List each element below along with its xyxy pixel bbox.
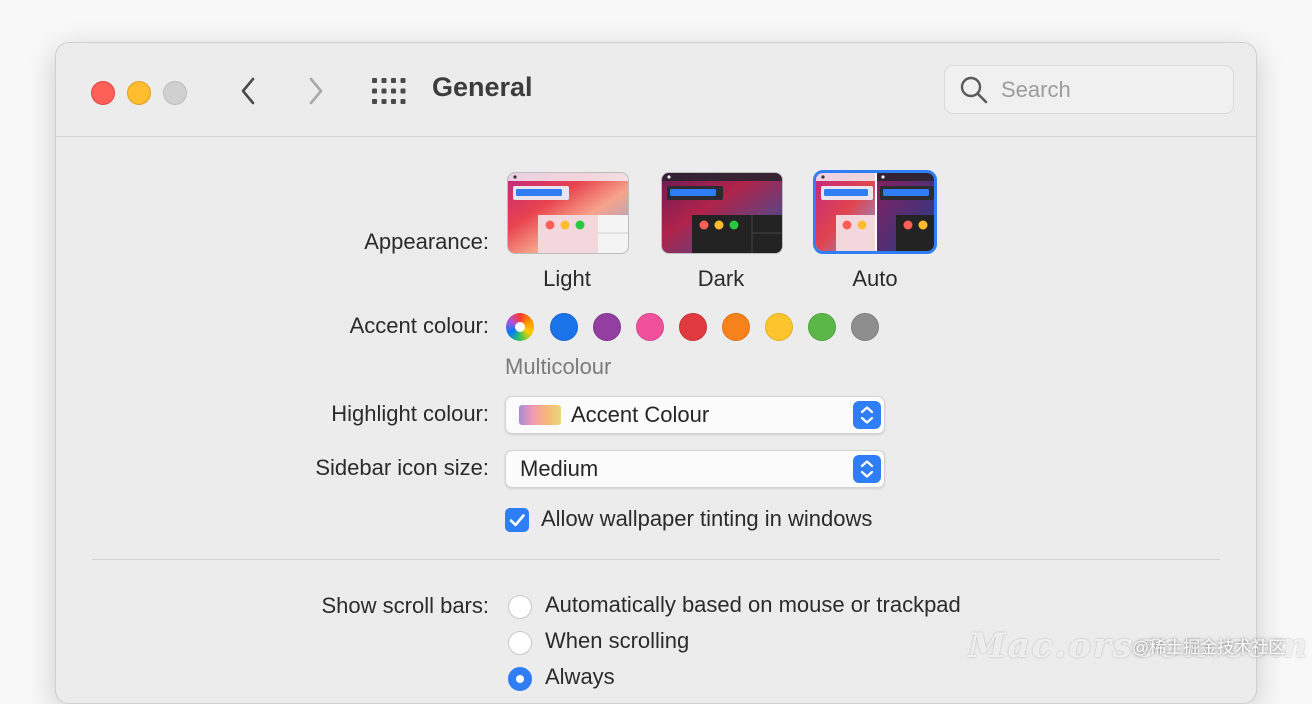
chevron-updown-icon (860, 406, 874, 424)
general-pane: Appearance: Light Dark Auto Accent colou… (56, 137, 1256, 703)
auto-appearance-preview (816, 173, 934, 251)
accent-yellow-swatch[interactable] (765, 313, 793, 341)
dark-appearance-preview (662, 173, 782, 253)
appearance-auto-option[interactable] (813, 170, 937, 254)
appearance-light-label: Light (543, 266, 591, 291)
scroll-bars-always-label: Always (545, 664, 615, 689)
scroll-bars-automatic-radio[interactable] (508, 595, 532, 619)
sidebar-icon-size-popup[interactable]: Medium (505, 450, 885, 488)
title-bar: General (56, 43, 1256, 137)
back-button[interactable] (234, 73, 264, 109)
scroll-bars-automatic-label: Automatically based on mouse or trackpad (545, 592, 961, 617)
popup-stepper (853, 401, 881, 429)
accent-blue-swatch[interactable] (550, 313, 578, 341)
accent-red-swatch[interactable] (679, 313, 707, 341)
appearance-dark-label: Dark (697, 266, 745, 291)
appearance-dark-option[interactable] (661, 172, 783, 254)
wallpaper-tinting-checkbox[interactable] (505, 508, 529, 532)
accent-green-swatch[interactable] (808, 313, 836, 341)
window-title: General (432, 72, 533, 102)
highlight-colour-value: Accent Colour (571, 402, 710, 427)
accent-orange-swatch[interactable] (722, 313, 750, 341)
scroll-bars-label: Show scroll bars: (321, 593, 489, 618)
accent-multicolour-swatch[interactable] (506, 313, 534, 341)
highlight-colour-preview (519, 405, 561, 425)
chevron-left-icon (241, 77, 255, 105)
section-divider (92, 559, 1220, 560)
accent-graphite-swatch[interactable] (851, 313, 879, 341)
close-button[interactable] (91, 81, 115, 105)
zoom-button[interactable] (163, 81, 187, 105)
highlight-colour-label: Highlight colour: (331, 401, 489, 426)
minimize-button[interactable] (127, 81, 151, 105)
appearance-label: Appearance: (364, 229, 489, 254)
highlight-colour-popup[interactable]: Accent Colour (505, 396, 885, 434)
popup-stepper (853, 455, 881, 483)
scroll-bars-when-scrolling-label: When scrolling (545, 628, 690, 653)
checkmark-icon (509, 514, 525, 527)
search-input[interactable] (999, 74, 1223, 106)
credit-watermark: @稀土掘金技术社区 (1132, 638, 1286, 657)
show-all-button[interactable] (372, 78, 406, 104)
sidebar-icon-size-label: Sidebar icon size: (315, 455, 489, 480)
appearance-light-option[interactable] (507, 172, 629, 254)
accent-selected-name: Multicolour (505, 354, 612, 379)
forward-button[interactable] (300, 73, 330, 109)
light-appearance-preview (508, 173, 628, 253)
search-field[interactable] (944, 65, 1234, 114)
accent-pink-swatch[interactable] (636, 313, 664, 341)
chevron-updown-icon (860, 460, 874, 478)
chevron-right-icon (309, 77, 323, 105)
search-icon (960, 76, 988, 104)
scroll-bars-always-radio[interactable] (508, 667, 532, 691)
wallpaper-tinting-label: Allow wallpaper tinting in windows (541, 506, 873, 531)
scroll-bars-when-scrolling-radio[interactable] (508, 631, 532, 655)
accent-purple-swatch[interactable] (593, 313, 621, 341)
preferences-window: General Appearance: (55, 42, 1257, 704)
sidebar-icon-size-value: Medium (520, 456, 599, 481)
accent-colour-label: Accent colour: (349, 313, 489, 338)
appearance-auto-label: Auto (852, 266, 898, 291)
show-all-grid-icon (372, 78, 406, 104)
